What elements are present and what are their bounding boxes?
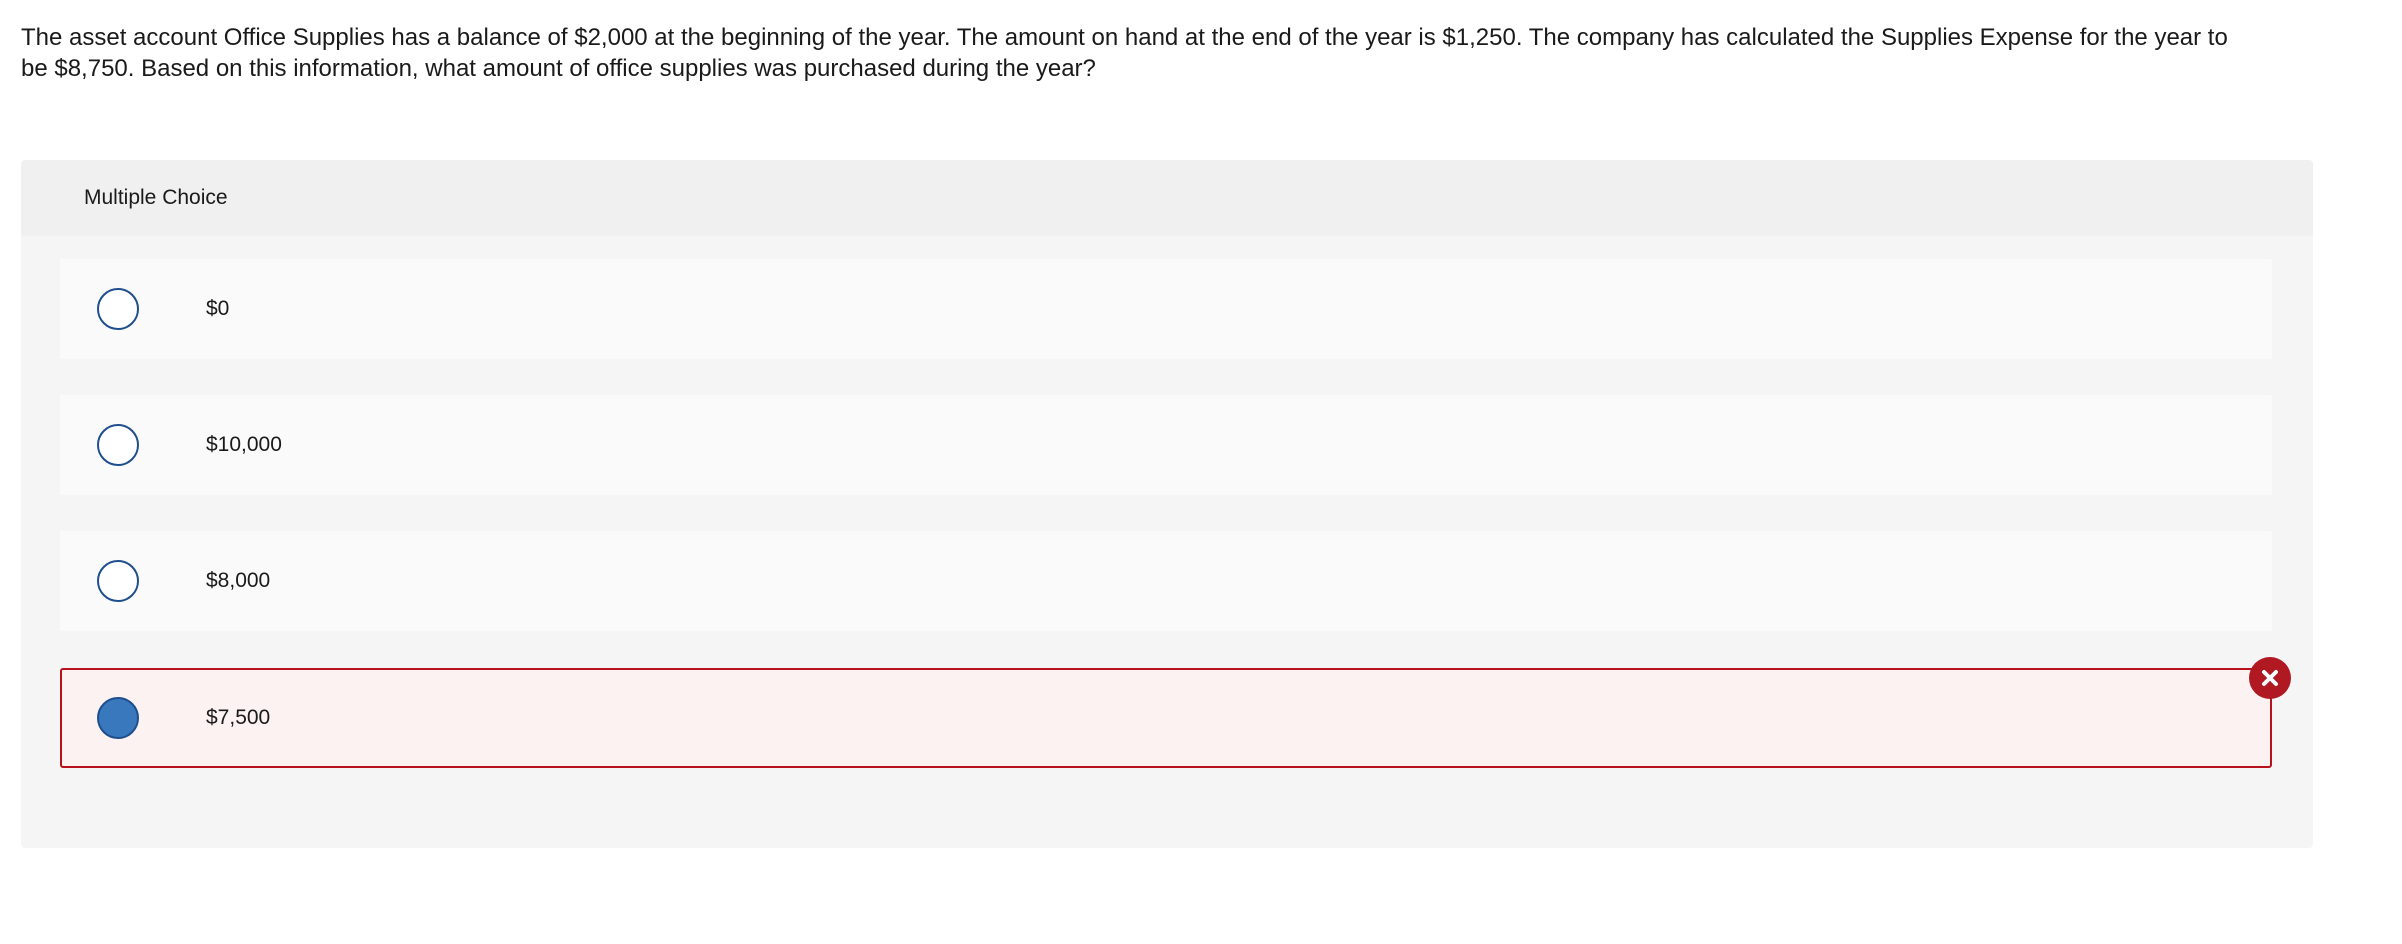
radio-button-unselected[interactable] xyxy=(97,424,139,466)
close-x-circle-icon xyxy=(2249,657,2291,699)
choice-option-1[interactable]: $0 xyxy=(60,259,2272,359)
choice-option-4-selected-incorrect[interactable]: $7,500 xyxy=(60,668,2272,768)
choice-label: $0 xyxy=(206,297,230,320)
multiple-choice-label: Multiple Choice xyxy=(84,186,228,209)
radio-button-unselected[interactable] xyxy=(97,560,139,602)
multiple-choice-panel: Multiple Choice $0 $10,000 $8,000 $7,500 xyxy=(21,160,2313,848)
radio-button-selected[interactable] xyxy=(97,697,139,739)
question-text: The asset account Office Supplies has a … xyxy=(21,24,2228,82)
choice-label: $10,000 xyxy=(206,433,282,456)
x-mark-icon xyxy=(2262,670,2278,686)
multiple-choice-header: Multiple Choice xyxy=(21,160,2313,236)
choice-option-2[interactable]: $10,000 xyxy=(60,395,2272,495)
choice-option-3[interactable]: $8,000 xyxy=(60,531,2272,631)
choice-label: $7,500 xyxy=(206,706,271,729)
choice-label: $8,000 xyxy=(206,569,271,592)
radio-button-unselected[interactable] xyxy=(97,288,139,330)
